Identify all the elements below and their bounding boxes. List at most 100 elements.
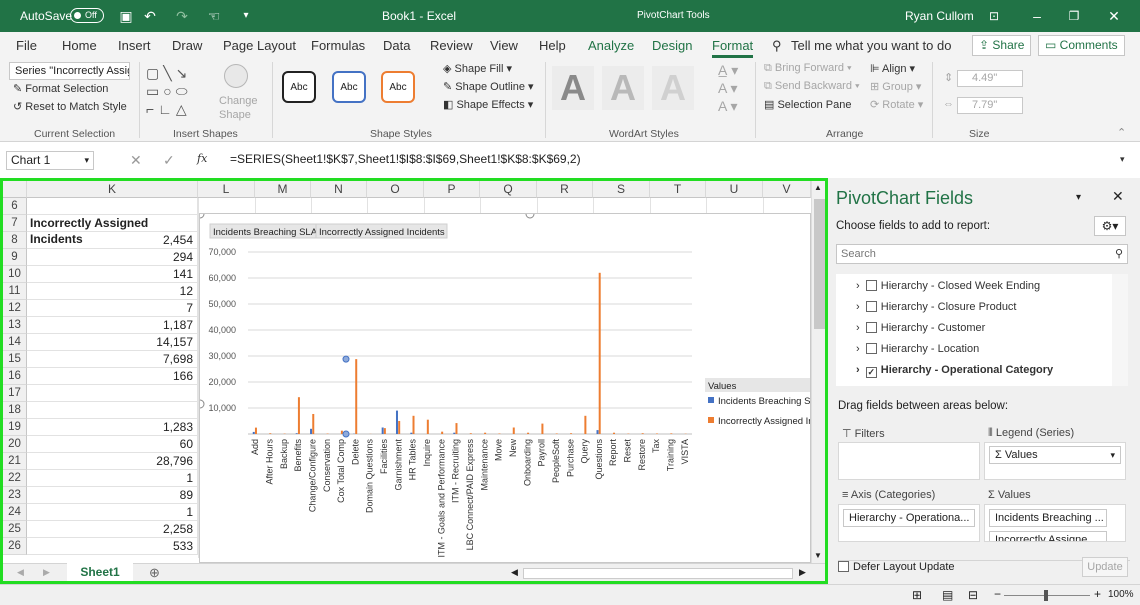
shape-width-input[interactable]: 7.79" xyxy=(957,97,1023,114)
pivot-chart[interactable]: 70,000 60,000 50,000 40,000 30,000 20,000 10,0… xyxy=(199,213,811,563)
text-outline-icon[interactable]: A ▾ xyxy=(718,80,737,97)
text-fill-icon[interactable]: A̲ ▾ xyxy=(718,62,738,79)
share-button[interactable]: ⇪ Share xyxy=(972,35,1032,56)
row-header[interactable]: 24 xyxy=(3,504,27,521)
shape-style-2[interactable]: Abc xyxy=(332,71,366,103)
cell-k[interactable]: 294 xyxy=(27,249,198,266)
column-header-n[interactable]: N xyxy=(311,181,367,198)
user-name[interactable]: Ryan Cullom xyxy=(905,9,974,23)
axis-zone[interactable]: Hierarchy - Operationa... xyxy=(838,504,980,542)
tab-file[interactable]: File xyxy=(16,38,37,53)
undo-icon[interactable]: ↶ xyxy=(140,6,160,26)
bar[interactable] xyxy=(469,433,472,434)
prev-sheet-icon[interactable]: ◀ xyxy=(17,567,24,578)
column-header-o[interactable]: O xyxy=(367,181,424,198)
bar[interactable] xyxy=(598,272,601,434)
column-header-v[interactable]: V xyxy=(763,181,811,198)
bar[interactable] xyxy=(527,432,530,434)
legend-values-dropdown[interactable]: Σ Values ▾ xyxy=(989,446,1121,464)
row-header[interactable]: 6 xyxy=(3,198,27,215)
chart-element-dropdown[interactable]: Series "Incorrectly Assig xyxy=(9,62,130,80)
pane-close-icon[interactable]: ✕ xyxy=(1112,188,1124,205)
bar[interactable] xyxy=(555,433,558,434)
bar[interactable] xyxy=(410,432,413,434)
bar[interactable] xyxy=(426,419,429,434)
tab-page-layout[interactable]: Page Layout xyxy=(223,38,296,53)
name-box[interactable]: Chart 1 ▾ xyxy=(6,151,94,170)
cell-k[interactable] xyxy=(27,385,198,402)
legend-entry[interactable]: Incidents Breaching SLA xyxy=(718,396,811,407)
cell-k[interactable]: 12 xyxy=(27,283,198,300)
cell-k[interactable]: 14,157 xyxy=(27,334,198,351)
tab-analyze[interactable]: Analyze xyxy=(588,38,634,53)
reset-style-button[interactable]: ↺ Reset to Match Style xyxy=(13,100,127,113)
collapse-ribbon-icon[interactable]: ⌃ xyxy=(1117,126,1126,139)
values-zone[interactable]: Incidents Breaching ... Incorrectly Assi… xyxy=(984,504,1126,542)
bar[interactable] xyxy=(541,423,544,434)
field-search-input[interactable]: Search ⚲ xyxy=(836,244,1128,264)
field-item-closure-product[interactable]: › Hierarchy - Closure Product xyxy=(856,301,1017,313)
insert-function-icon[interactable]: fx xyxy=(197,152,207,165)
shape-height-input[interactable]: 4.49" xyxy=(957,70,1023,87)
touch-mode-icon[interactable]: ☜ xyxy=(204,6,224,26)
bar[interactable] xyxy=(310,428,313,434)
cell-k[interactable]: 1,283 xyxy=(27,419,198,436)
zoom-in-icon[interactable]: + xyxy=(1094,587,1101,601)
shapes-gallery[interactable]: ▢╲↘ ▭○⬭ ⌐∟△ xyxy=(146,64,208,120)
legend-entry[interactable]: Incorrectly Assigned Incidents xyxy=(718,416,811,427)
row-header[interactable]: 12 xyxy=(3,300,27,317)
column-header-p[interactable]: P xyxy=(424,181,480,198)
comments-button[interactable]: ▭ Comments xyxy=(1038,35,1125,56)
value-field-2[interactable]: Incorrectly Assigne... xyxy=(989,531,1107,541)
column-header-s[interactable]: S xyxy=(593,181,650,198)
tell-me-search[interactable]: Tell me what you want to do xyxy=(791,38,951,53)
add-sheet-icon[interactable]: ⊕ xyxy=(149,565,160,581)
row-header[interactable]: 21 xyxy=(3,453,27,470)
row-header[interactable]: 22 xyxy=(3,470,27,487)
cell-k[interactable]: 1,187 xyxy=(27,317,198,334)
row-header[interactable]: 17 xyxy=(3,385,27,402)
shape-outline-button[interactable]: ✎ Shape Outline ▾ xyxy=(443,80,534,93)
pane-options-icon[interactable]: ▾ xyxy=(1076,192,1081,203)
shape-style-1[interactable]: Abc xyxy=(282,71,316,103)
rotate-button[interactable]: ⟳ Rotate ▾ xyxy=(870,98,923,111)
field-item-location[interactable]: › Hierarchy - Location xyxy=(856,343,979,355)
field-item-operational-category[interactable]: › ✓ Hierarchy - Operational Category xyxy=(856,364,1053,378)
autosave-toggle[interactable]: Off xyxy=(70,8,104,23)
bar[interactable] xyxy=(381,427,384,435)
select-all-corner[interactable] xyxy=(3,181,27,198)
chart-resize-handle[interactable] xyxy=(199,399,205,409)
cell-k[interactable] xyxy=(27,198,198,215)
column-header-k[interactable]: K xyxy=(27,181,198,198)
tab-design[interactable]: Design xyxy=(652,38,692,53)
bar[interactable] xyxy=(455,423,458,434)
cell-k[interactable]: Incorrectly Assigned Incidents xyxy=(27,215,198,246)
tab-format[interactable]: Format xyxy=(712,38,754,58)
bar[interactable] xyxy=(441,431,444,434)
next-sheet-icon[interactable]: ▶ xyxy=(43,567,50,578)
page-layout-icon[interactable]: ▤ xyxy=(942,588,953,602)
value-field-1[interactable]: Incidents Breaching ... xyxy=(989,509,1107,527)
cell-k[interactable]: 2,454 xyxy=(27,232,198,249)
shape-style-3[interactable]: Abc xyxy=(381,71,415,103)
bar[interactable] xyxy=(355,359,358,434)
page-break-icon[interactable]: ⊟ xyxy=(968,588,978,602)
row-header[interactable]: 18 xyxy=(3,402,27,419)
align-button[interactable]: ⊫ Align ▾ xyxy=(870,62,915,75)
cell-k[interactable]: 7 xyxy=(27,300,198,317)
legend-zone[interactable]: Σ Values ▾ xyxy=(984,442,1126,480)
save-icon[interactable]: ▣ xyxy=(116,6,136,26)
row-header[interactable]: 8 xyxy=(3,232,27,249)
sheet-tab-sheet1[interactable]: Sheet1 xyxy=(67,563,133,581)
column-header-t[interactable]: T xyxy=(650,181,706,198)
row-header[interactable]: 7 xyxy=(3,215,27,232)
change-shape-label[interactable]: Change xyxy=(219,95,258,107)
cell-k[interactable]: 166 xyxy=(27,368,198,385)
tab-review[interactable]: Review xyxy=(430,38,473,53)
defer-layout-checkbox[interactable]: Defer Layout Update xyxy=(838,561,955,573)
zoom-slider-thumb[interactable] xyxy=(1044,590,1048,601)
group-button[interactable]: ⊞ Group ▾ xyxy=(870,80,921,93)
zoom-level[interactable]: 100% xyxy=(1108,589,1134,600)
scroll-thumb[interactable] xyxy=(814,199,825,329)
vertical-scrollbar[interactable]: ▲ ▼ xyxy=(811,181,825,563)
